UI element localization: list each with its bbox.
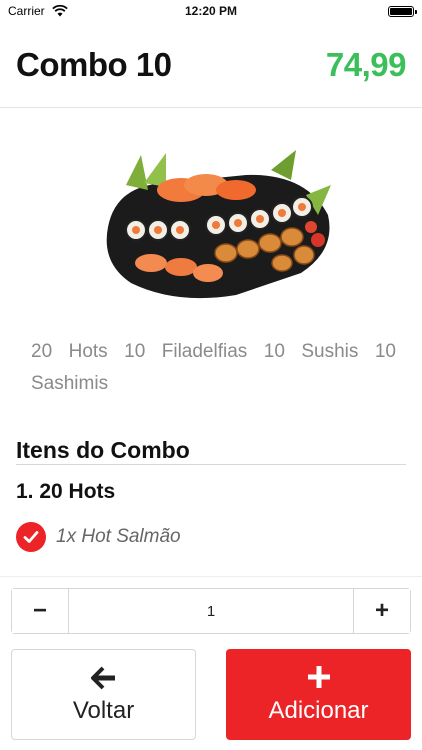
quantity-stepper: − 1 + (11, 588, 411, 634)
arrow-left-icon (90, 666, 115, 689)
bottom-action-panel: − 1 + Voltar Adicionar (0, 576, 422, 750)
quantity-value[interactable]: 1 (68, 589, 354, 633)
add-button-label: Adicionar (268, 696, 369, 724)
back-button[interactable]: Voltar (11, 649, 196, 740)
clock: 12:20 PM (184, 4, 238, 18)
sushi-platter-image (106, 150, 331, 299)
combo-item[interactable]: 1x Hot Salmão (16, 521, 181, 553)
decrement-button[interactable]: − (12, 589, 68, 633)
product-title: Combo 10 (16, 46, 172, 83)
status-bar: Carrier 12:20 PM (0, 0, 422, 24)
combo-group-title: 1. 20 Hots (16, 480, 116, 503)
check-circle-icon[interactable] (16, 522, 46, 552)
product-image (96, 145, 336, 305)
product-header: Combo 10 74,99 (0, 24, 422, 108)
product-description: 20 Hots 10 Filadelfias 10 Sushis 10 Sash… (31, 341, 396, 394)
section-divider (16, 464, 406, 465)
back-button-label: Voltar (72, 696, 135, 724)
add-button[interactable]: Adicionar (226, 649, 411, 740)
combo-item-label: 1x Hot Salmão (56, 526, 181, 547)
product-price: 74,99 (325, 46, 407, 83)
plus-icon (307, 665, 330, 688)
combo-section-title: Itens do Combo (16, 437, 190, 463)
battery-icon (388, 6, 417, 17)
increment-button[interactable]: + (354, 589, 410, 633)
